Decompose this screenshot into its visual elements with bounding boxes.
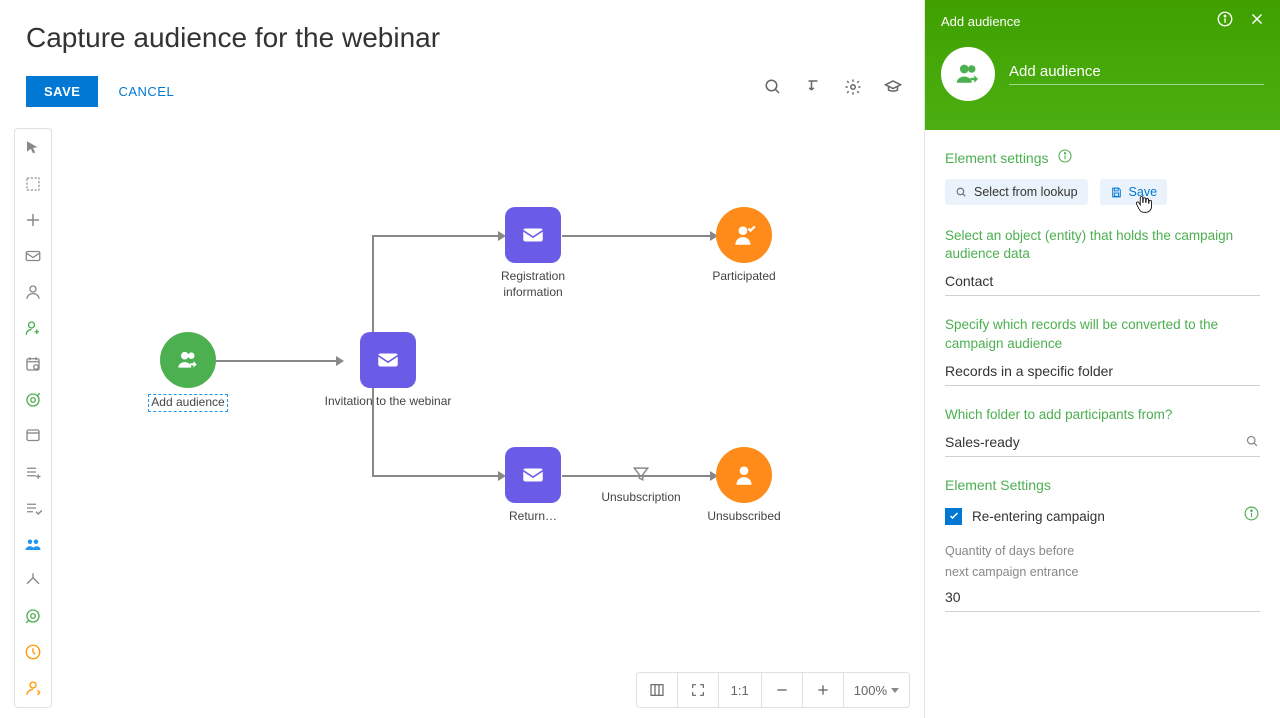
node-label: Unsubscribed — [688, 509, 800, 525]
unsubscribed-icon — [716, 447, 772, 503]
info-icon[interactable] — [1243, 505, 1260, 527]
fit-screen-button[interactable] — [678, 673, 719, 707]
zoom-toolbar: 1:1 100% — [636, 672, 910, 708]
palette-flow-tool[interactable] — [22, 209, 44, 231]
palette-editlist-element[interactable] — [22, 497, 44, 519]
node-label: Registration information — [478, 269, 588, 300]
palette-audience-element[interactable] — [22, 533, 44, 555]
select-from-lookup-button[interactable]: Select from lookup — [945, 179, 1088, 205]
envelope-icon — [505, 207, 561, 263]
minimap-toggle[interactable] — [637, 673, 678, 707]
info-icon[interactable] — [1216, 10, 1234, 33]
top-right-icons — [764, 78, 902, 96]
reentering-checkbox[interactable] — [945, 508, 962, 525]
palette-split-element[interactable] — [22, 569, 44, 591]
checkbox-label: Re-entering campaign — [972, 509, 1233, 524]
days-input[interactable]: 30 — [945, 585, 1260, 612]
node-return[interactable]: Return… — [478, 447, 588, 525]
participated-icon — [716, 207, 772, 263]
check-icon — [948, 510, 960, 522]
days-label-line1: Quantity of days before — [945, 543, 1260, 560]
node-participated[interactable]: Participated — [688, 207, 800, 285]
palette-addlist-element[interactable] — [22, 461, 44, 483]
palette-target2-element[interactable] — [22, 605, 44, 627]
palette-target-element[interactable] — [22, 389, 44, 411]
section-element-settings: Element settings — [945, 148, 1260, 167]
add-audience-icon — [160, 332, 216, 388]
funnel-icon — [631, 464, 651, 484]
node-invitation[interactable]: Invitation to the webinar — [318, 332, 458, 410]
palette-select-tool[interactable] — [22, 173, 44, 195]
node-label: Return… — [478, 509, 588, 525]
properties-panel: Add audience Add audience Element settin… — [924, 0, 1280, 718]
field-label-object: Select an object (entity) that holds the… — [945, 227, 1260, 263]
diskette-icon — [1110, 186, 1123, 199]
envelope-icon — [505, 447, 561, 503]
page-title: Capture audience for the webinar — [26, 22, 440, 54]
gear-icon[interactable] — [844, 78, 862, 96]
field-value-records[interactable]: Records in a specific folder — [945, 359, 1260, 386]
element-name-input[interactable]: Add audience — [1009, 63, 1264, 85]
palette-timer-element[interactable] — [22, 641, 44, 663]
info-icon[interactable] — [1057, 148, 1073, 167]
flow-canvas[interactable]: Add audience Invitation to the webinar R… — [60, 128, 924, 668]
field-label-records: Specify which records will be converted … — [945, 316, 1260, 352]
section-element-settings-2: Element Settings — [945, 477, 1260, 493]
align-icon[interactable] — [804, 78, 822, 96]
close-icon[interactable] — [1248, 10, 1266, 33]
palette-contact-element[interactable] — [22, 281, 44, 303]
academy-icon[interactable] — [884, 78, 902, 96]
element-palette — [14, 128, 52, 708]
node-label: Unsubscription — [596, 490, 686, 506]
search-icon — [955, 186, 968, 199]
palette-cursor-tool[interactable] — [22, 137, 44, 159]
field-value-folder[interactable]: Sales-ready — [945, 430, 1260, 457]
panel-header: Add audience Add audience — [925, 0, 1280, 130]
node-label: Add audience — [148, 394, 227, 412]
palette-exit-element[interactable] — [22, 677, 44, 699]
palette-landing-element[interactable] — [22, 425, 44, 447]
zoom-in-button[interactable] — [803, 673, 844, 707]
node-unsubscription-filter[interactable]: Unsubscription — [596, 464, 686, 506]
panel-subtitle: Add audience — [941, 14, 1021, 29]
envelope-icon — [360, 332, 416, 388]
zoom-percent-dropdown[interactable]: 100% — [844, 673, 909, 707]
save-button[interactable]: SAVE — [26, 76, 98, 107]
field-value-object[interactable]: Contact — [945, 269, 1260, 296]
node-unsubscribed[interactable]: Unsubscribed — [688, 447, 800, 525]
field-label-folder: Which folder to add participants from? — [945, 406, 1260, 424]
panel-save-button[interactable]: Save — [1100, 179, 1168, 205]
palette-email-element[interactable] — [22, 245, 44, 267]
zoom-out-button[interactable] — [762, 673, 803, 707]
node-label: Invitation to the webinar — [318, 394, 458, 410]
node-label: Participated — [688, 269, 800, 285]
node-registration[interactable]: Registration information — [478, 207, 588, 300]
palette-add-contact-element[interactable] — [22, 317, 44, 339]
days-label-line2: next campaign entrance — [945, 564, 1260, 581]
chevron-down-icon — [891, 688, 899, 693]
search-icon[interactable] — [1245, 434, 1260, 452]
zoom-ratio-display: 1:1 — [719, 673, 762, 707]
cancel-button[interactable]: CANCEL — [118, 84, 174, 99]
main-toolbar: SAVE CANCEL — [26, 76, 174, 107]
palette-event-element[interactable] — [22, 353, 44, 375]
search-icon[interactable] — [764, 78, 782, 96]
element-type-icon — [941, 47, 995, 101]
node-add-audience[interactable]: Add audience — [132, 332, 244, 412]
